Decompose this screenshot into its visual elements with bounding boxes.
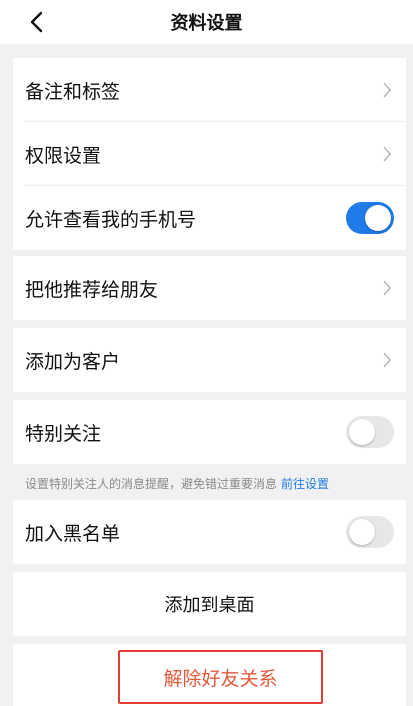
recommend-label: 把他推荐给朋友	[25, 278, 159, 301]
page-title: 资料设置	[170, 13, 243, 34]
hint-text: 设置特别关注人的消息提醒，避免错过重要消息	[25, 476, 278, 491]
desktop-block: 添加到桌面	[13, 572, 406, 636]
toggle-knob	[365, 205, 391, 231]
allow-phone-row: 允许查看我的手机号	[13, 186, 406, 250]
blacklist-toggle[interactable]	[346, 516, 394, 548]
toggle-knob	[349, 419, 375, 445]
allow-phone-label: 允许查看我的手机号	[25, 208, 197, 231]
special-row: 特别关注	[13, 400, 406, 464]
special-label: 特别关注	[25, 422, 102, 445]
delete-friend-button[interactable]: 解除好友关系	[118, 650, 323, 704]
add-customer-label: 添加为客户	[25, 350, 121, 373]
permission-row[interactable]: 权限设置	[13, 122, 406, 186]
recommend-row[interactable]: 把他推荐给朋友	[13, 256, 406, 320]
special-hint: 设置特别关注人的消息提醒，避免错过重要消息 前往设置	[13, 463, 406, 503]
chevron-right-icon	[383, 146, 392, 162]
special-toggle[interactable]	[346, 416, 394, 448]
remark-label: 备注和标签	[25, 80, 121, 103]
allow-phone-toggle[interactable]	[346, 202, 394, 234]
blacklist-label: 加入黑名单	[25, 522, 121, 545]
blacklist-row: 加入黑名单	[13, 500, 406, 564]
remark-row[interactable]: 备注和标签	[13, 58, 406, 122]
chevron-right-icon	[383, 352, 392, 368]
toggle-knob	[349, 519, 375, 545]
customer-block: 添加为客户	[13, 328, 406, 392]
recommend-block: 把他推荐给朋友	[13, 256, 406, 320]
blacklist-block: 加入黑名单	[13, 500, 406, 564]
chevron-right-icon	[383, 280, 392, 296]
permission-label: 权限设置	[25, 144, 102, 167]
settings-block-1: 备注和标签 权限设置 允许查看我的手机号	[13, 58, 406, 250]
chevron-right-icon	[383, 82, 392, 98]
add-customer-row[interactable]: 添加为客户	[13, 328, 406, 392]
add-desktop-button[interactable]: 添加到桌面	[13, 572, 406, 636]
hint-link[interactable]: 前往设置	[281, 475, 329, 492]
header: 资料设置	[0, 0, 413, 44]
delete-friend-label: 解除好友关系	[163, 667, 278, 690]
special-block: 特别关注	[13, 400, 406, 464]
